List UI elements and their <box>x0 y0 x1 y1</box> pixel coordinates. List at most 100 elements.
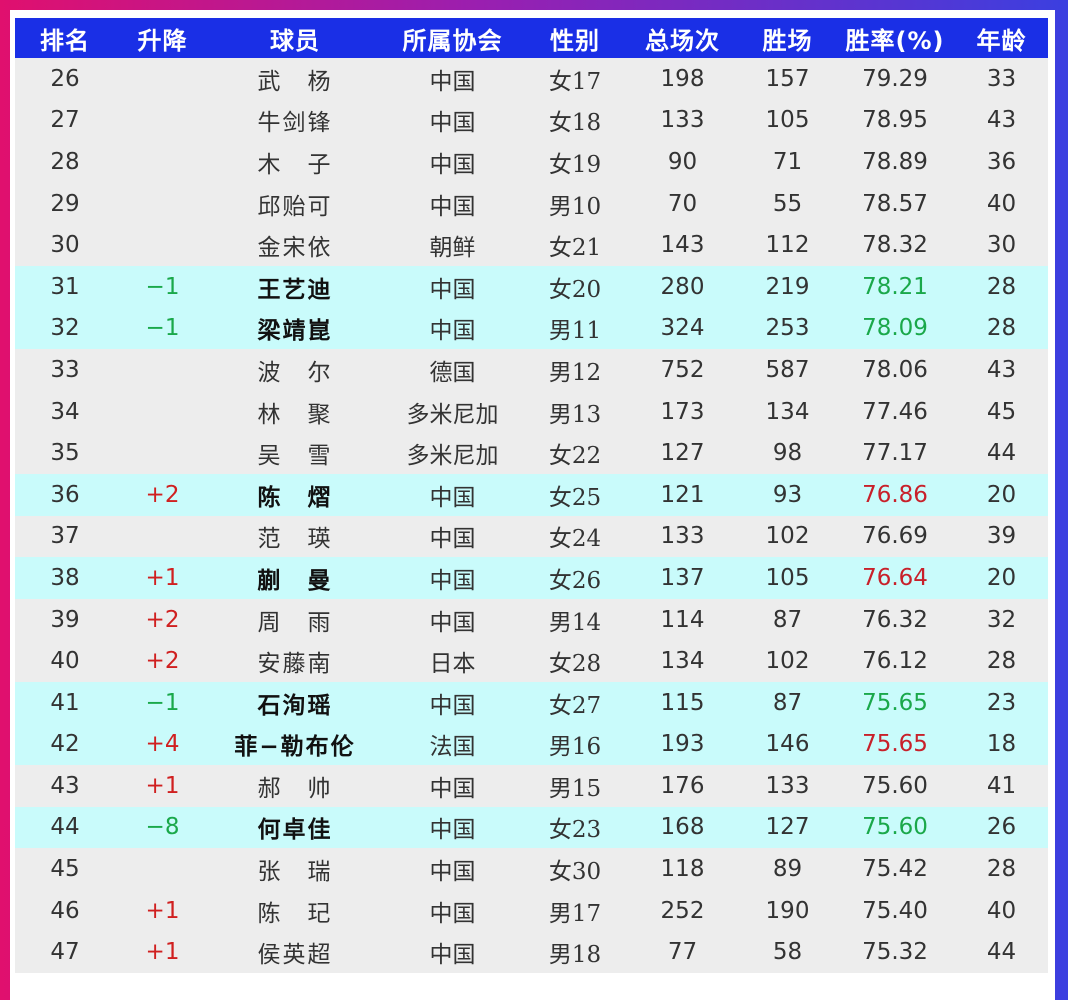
cell-change: −1 <box>145 689 180 716</box>
cell-total-matches: 121 <box>660 481 705 508</box>
cell-total-matches: 133 <box>660 523 705 550</box>
cell-age: 28 <box>986 648 1017 675</box>
cell-gender: 男17 <box>548 900 602 927</box>
cell-rank: 41 <box>50 689 80 716</box>
cell-player-name: 邱贻可 <box>257 193 333 220</box>
cell-total-matches: 252 <box>660 897 705 924</box>
cell-association: 中国 <box>429 526 476 553</box>
cell-total-matches: 118 <box>660 856 705 883</box>
cell-total-matches: 77 <box>667 939 698 966</box>
cell-change: +1 <box>145 897 180 924</box>
cell-wins: 71 <box>772 148 803 175</box>
cell-player-name: 吴 雪 <box>257 443 333 470</box>
cell-change: +1 <box>145 564 180 591</box>
header-association: 所属协会 <box>402 26 503 55</box>
cell-win-rate: 77.17 <box>862 440 928 467</box>
cell-rank: 40 <box>50 648 80 675</box>
cell-win-rate: 76.12 <box>862 648 928 675</box>
cell-age: 18 <box>986 731 1017 758</box>
cell-gender: 女22 <box>548 443 602 470</box>
cell-gender: 女23 <box>548 817 602 844</box>
cell-rank: 44 <box>50 814 80 841</box>
cell-change <box>115 100 210 142</box>
cell-change: −1 <box>145 315 180 342</box>
cell-wins: 102 <box>765 648 810 675</box>
table-row: 42 +4 菲−勒布伦 法国 男16 193 146 75.65 18 <box>15 723 1048 766</box>
cell-age: 41 <box>986 772 1017 799</box>
cell-win-rate: 75.32 <box>862 939 928 966</box>
cell-association: 中国 <box>429 151 476 178</box>
cell-association: 中国 <box>429 942 476 969</box>
cell-total-matches: 127 <box>660 440 705 467</box>
header-total-matches: 总场次 <box>645 26 720 55</box>
cell-wins: 190 <box>765 897 810 924</box>
cell-rank: 46 <box>50 897 80 924</box>
cell-gender: 男12 <box>548 359 602 386</box>
cell-total-matches: 114 <box>660 606 705 633</box>
table-row: 37 范 瑛 中国 女24 133 102 76.69 39 <box>15 515 1048 558</box>
cell-age: 43 <box>986 356 1017 383</box>
cell-change <box>115 141 210 183</box>
cell-player-name: 王艺迪 <box>257 275 333 303</box>
cell-association: 日本 <box>429 651 476 678</box>
cell-total-matches: 752 <box>660 356 705 383</box>
cell-total-matches: 324 <box>660 315 705 342</box>
cell-player-name: 木 子 <box>257 151 333 178</box>
cell-player-name: 波 尔 <box>257 359 333 386</box>
cell-age: 28 <box>986 273 1017 300</box>
cell-total-matches: 173 <box>660 398 705 425</box>
cell-win-rate: 76.69 <box>862 523 928 550</box>
table-row: 43 +1 郝 帅 中国 男15 176 133 75.60 41 <box>15 765 1048 807</box>
cell-change <box>115 848 210 890</box>
cell-gender: 女19 <box>548 151 602 178</box>
header-player: 球员 <box>270 26 320 55</box>
table-row: 46 +1 陈 玘 中国 男17 252 190 75.40 40 <box>15 889 1048 932</box>
table-body: 26 武 杨中国 女17 198 157 79.29 33 27 牛剑锋 中国 女18 133 105 7… <box>15 58 1048 974</box>
cell-change <box>115 432 210 474</box>
cell-total-matches: 143 <box>660 232 705 259</box>
cell-gender: 男16 <box>548 734 602 761</box>
table-row: 29 邱贻可 中国 男10 70 55 78.57 40 <box>15 182 1048 225</box>
cell-age: 39 <box>986 523 1017 550</box>
cell-rank: 36 <box>50 481 80 508</box>
cell-player-name: 安藤南 <box>257 651 333 678</box>
cell-change: +1 <box>145 772 180 799</box>
table-row: 34 林 聚 多米尼加 男13 173 134 77.46 45 <box>15 390 1048 433</box>
cell-wins: 127 <box>765 814 810 841</box>
cell-change: +2 <box>145 648 180 675</box>
cell-gender: 女20 <box>548 276 602 303</box>
cell-total-matches: 193 <box>660 731 705 758</box>
cell-win-rate: 75.65 <box>862 689 928 716</box>
cell-age: 20 <box>986 564 1017 591</box>
cell-rank: 38 <box>50 564 80 591</box>
table-row: 41 −1 石洵瑶 中国 女27 115 87 75.65 23 <box>15 681 1048 724</box>
cell-change <box>115 183 210 225</box>
cell-rank: 47 <box>50 939 80 966</box>
cell-age: 44 <box>986 440 1017 467</box>
cell-player-name: 何卓佳 <box>257 816 333 844</box>
table-row: 26 武 杨 中国 女17 198 157 79.29 33 <box>15 58 1048 100</box>
table-row: 44 −8 何卓佳 中国 女23 168 127 75.60 26 <box>15 806 1048 849</box>
cell-total-matches: 133 <box>660 107 705 134</box>
table-row: 33 波 尔 德国 男12 752 587 78.06 43 <box>15 349 1048 391</box>
cell-player-name: 侯英超 <box>257 942 333 969</box>
cell-rank: 34 <box>50 398 80 425</box>
cell-wins: 253 <box>765 315 810 342</box>
cell-change <box>115 391 210 433</box>
table-row: 28 木 子 中国 女19 90 71 78.89 36 <box>15 141 1048 183</box>
cell-win-rate: 78.89 <box>862 148 928 175</box>
cell-association: 德国 <box>429 359 476 386</box>
cell-association: 中国 <box>429 692 476 719</box>
cell-total-matches: 176 <box>660 772 705 799</box>
cell-total-matches: 168 <box>660 814 705 841</box>
cell-player-name: 蒯 曼 <box>257 566 333 594</box>
cell-wins: 102 <box>765 523 810 550</box>
cell-change: +2 <box>145 481 180 508</box>
cell-association: 中国 <box>429 817 476 844</box>
table-row: 36 +2 陈 熠 中国 女25 121 93 76.86 20 <box>15 473 1048 516</box>
cell-rank: 26 <box>50 65 80 92</box>
cell-rank: 31 <box>50 273 80 300</box>
cell-age: 20 <box>986 481 1017 508</box>
header-wins: 胜场 <box>762 26 813 55</box>
cell-association: 中国 <box>429 110 476 137</box>
